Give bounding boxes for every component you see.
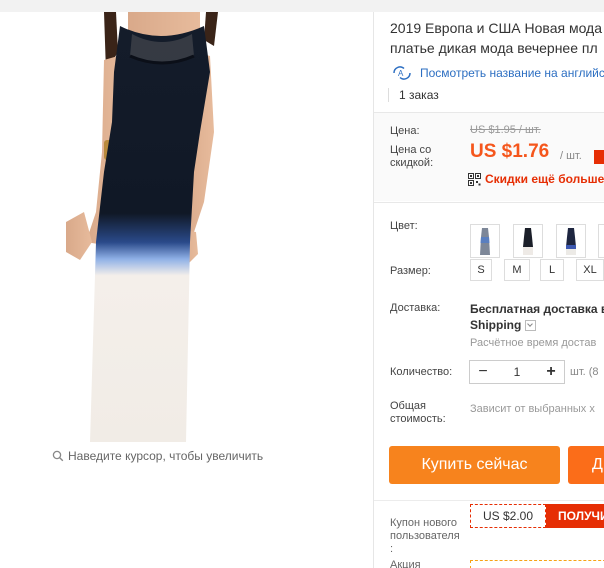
discount-price-label: Цена со скидкой: — [390, 144, 433, 170]
color-swatch-4[interactable] — [598, 224, 604, 258]
swatch-image — [566, 228, 576, 255]
total-label-line-2: стоимость: — [390, 413, 446, 425]
coupon-label-line-2: пользователя — [390, 530, 460, 542]
product-title-line-1: 2019 Европа и США Новая мода — [390, 20, 603, 36]
color-label: Цвет: — [390, 220, 418, 232]
size-option-m[interactable]: M — [504, 259, 530, 281]
discount-label-line-1: Цена со — [390, 144, 432, 156]
swatch-image — [480, 228, 490, 255]
zoom-hint: Наведите курсор, чтобы увеличить — [52, 449, 263, 463]
color-swatch-2[interactable] — [513, 224, 543, 258]
coupon-label: Купон нового пользователя : — [390, 517, 460, 556]
quantity-label: Количество: — [390, 366, 453, 378]
buy-now-button[interactable]: Купить сейчас — [389, 446, 560, 484]
translate-icon: A — [393, 66, 411, 80]
shipping-method-text[interactable]: Shipping — [470, 318, 521, 332]
qr-code-icon — [468, 172, 481, 186]
product-details: 2019 Европа и США Новая мода платье дика… — [374, 12, 604, 568]
discount-price: US $1.76 — [470, 141, 550, 162]
shipping-label: Доставка: — [390, 302, 441, 314]
zoom-hint-text: Наведите курсор, чтобы увеличить — [68, 449, 264, 463]
total-note: Зависит от выбранных х — [470, 403, 595, 415]
dress-photo — [0, 12, 372, 442]
free-shipping-text: Бесплатная доставка в — [470, 302, 604, 316]
product-title-line-2: платье дикая мода вечернее пл — [390, 40, 598, 56]
more-discounts-link[interactable]: Скидки ещё больше в — [468, 172, 604, 186]
color-swatch-1[interactable] — [470, 224, 500, 258]
shipping-estimate: Расчётное время достав — [470, 337, 597, 349]
promo-label: Акция — [390, 559, 421, 568]
size-label: Размер: — [390, 265, 431, 277]
more-discounts-text[interactable]: Скидки ещё больше в — [485, 172, 604, 186]
color-swatch-3[interactable] — [556, 224, 586, 258]
swatch-image — [523, 228, 533, 255]
get-coupon-button[interactable]: ПОЛУЧИ — [546, 504, 604, 528]
product-image[interactable] — [0, 12, 372, 442]
chevron-down-icon[interactable] — [525, 319, 537, 331]
coupon-label-line-3: : — [390, 543, 394, 555]
magnifier-icon — [52, 450, 64, 462]
size-option-xl[interactable]: XL — [576, 259, 604, 281]
total-label: Общая стоимость: — [390, 400, 446, 426]
price-block: Цена: US $1.95 / шт. Цена со скидкой: US… — [374, 113, 604, 201]
svg-text:A: A — [398, 69, 404, 78]
product-title: 2019 Европа и США Новая мода платье дика… — [390, 18, 604, 58]
divider — [374, 202, 604, 203]
decrease-button[interactable]: − — [470, 361, 496, 383]
orders-count: 1 заказ — [388, 88, 439, 102]
discount-label-line-2: скидкой: — [390, 157, 434, 169]
discount-badge — [594, 150, 604, 164]
shipping-method-select[interactable]: Shipping — [470, 318, 537, 332]
top-strip — [0, 0, 604, 12]
coupon-amount: US $2.00 — [470, 504, 546, 528]
promo-box — [470, 560, 604, 568]
translate-link-text[interactable]: Посмотреть название на английс — [420, 66, 604, 80]
quantity-value[interactable]: 1 — [496, 365, 538, 379]
total-label-line-1: Общая — [390, 400, 426, 412]
size-option-l[interactable]: L — [540, 259, 564, 281]
per-unit: / шт. — [560, 150, 582, 162]
add-to-cart-button[interactable]: Д — [568, 446, 604, 484]
available-quantity: шт. (8 — [570, 366, 599, 378]
swatch-image — [599, 225, 604, 257]
divider — [374, 500, 604, 501]
price-label: Цена: — [390, 125, 420, 137]
quantity-stepper: − 1 + — [469, 360, 565, 384]
increase-button[interactable]: + — [538, 361, 564, 383]
size-option-s[interactable]: S — [470, 259, 492, 281]
coupon-label-line-1: Купон нового — [390, 517, 458, 529]
translate-link[interactable]: A Посмотреть название на английс — [390, 65, 604, 81]
old-price: US $1.95 / шт. — [470, 124, 541, 136]
